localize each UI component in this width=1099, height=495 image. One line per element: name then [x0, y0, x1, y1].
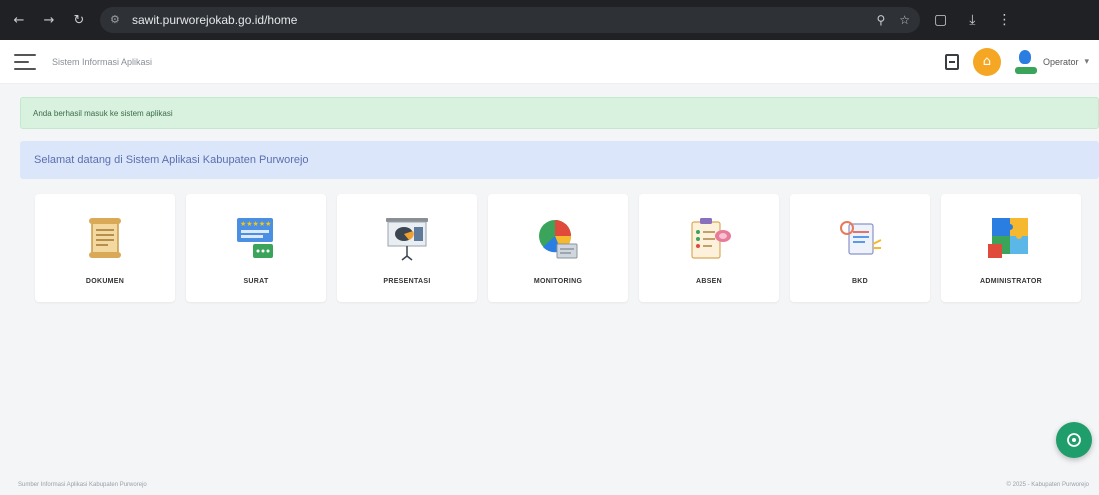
hamburger-menu-icon[interactable]: [14, 53, 36, 70]
welcome-banner: Selamat datang di Sistem Aplikasi Kabupa…: [20, 141, 1099, 179]
user-name: Operator: [1042, 56, 1079, 67]
zoom-icon[interactable]: ⚲: [876, 13, 885, 27]
document-icon[interactable]: [944, 53, 959, 70]
svg-text:★★★★★: ★★★★★: [240, 220, 271, 228]
menu-icon[interactable]: ⋮: [997, 12, 1011, 28]
module-card-administrator[interactable]: ADMINISTRATOR: [941, 194, 1081, 302]
footer-left-text: Sumber Informasi Aplikasi Kabupaten Purw…: [18, 482, 147, 488]
extensions-icon[interactable]: ▢: [934, 12, 947, 28]
settings-document-icon: [840, 221, 882, 255]
success-alert-text: Anda berhasil masuk ke sistem aplikasi: [33, 108, 173, 118]
reload-icon[interactable]: ↻: [68, 9, 90, 31]
module-card-absen[interactable]: ABSEN: [639, 194, 779, 302]
app-title: Sistem Informasi Aplikasi: [52, 56, 153, 67]
module-label: ABSEN: [695, 278, 722, 285]
module-grid: DOKUMEN ★★★★★ SURAT PRESENTASI MONITORIN…: [35, 194, 1083, 302]
download-icon[interactable]: ⤓: [969, 12, 975, 28]
home-icon[interactable]: ⌂: [972, 47, 1001, 76]
address-bar[interactable]: ⚙ sawit.purworejokab.go.id/home ⚲ ☆: [100, 7, 920, 33]
footer-right-text: © 2025 - Kabupaten Purworejo: [1006, 482, 1089, 488]
module-label: ADMINISTRATOR: [980, 278, 1042, 285]
presentation-board-icon: [386, 218, 428, 261]
module-label: DOKUMEN: [85, 278, 125, 285]
module-label: SURAT: [243, 278, 269, 285]
module-label: PRESENTASI: [383, 278, 431, 285]
site-info-icon[interactable]: ⚙: [110, 13, 124, 27]
module-card-surat[interactable]: ★★★★★ SURAT: [186, 194, 326, 302]
clipboard-checklist-icon: [691, 218, 731, 259]
module-label: BKD: [851, 278, 869, 285]
browser-toolbar: ← → ↻ ⚙ sawit.purworejokab.go.id/home ⚲ …: [0, 0, 1099, 40]
puzzle-icon: [988, 218, 1028, 258]
url-text: sawit.purworejokab.go.id/home: [132, 13, 298, 27]
bookmark-star-icon[interactable]: ☆: [899, 13, 910, 27]
module-label: MONITORING: [533, 278, 583, 285]
module-card-bkd[interactable]: BKD: [790, 194, 930, 302]
rating-card-icon: ★★★★★: [237, 218, 273, 258]
welcome-text: Selamat datang di Sistem Aplikasi Kabupa…: [34, 154, 309, 166]
chat-support-button[interactable]: [1056, 422, 1092, 458]
chat-icon: [1067, 433, 1081, 447]
back-icon[interactable]: ←: [8, 9, 30, 31]
success-alert: Anda berhasil masuk ke sistem aplikasi: [20, 97, 1099, 129]
module-card-monitoring[interactable]: MONITORING: [488, 194, 628, 302]
document-scroll-icon: [89, 218, 121, 258]
app-header: Sistem Informasi Aplikasi ⌂ Operator ▾: [0, 40, 1099, 84]
module-card-dokumen[interactable]: DOKUMEN: [35, 194, 175, 302]
module-card-presentasi[interactable]: PRESENTASI: [337, 194, 477, 302]
forward-icon[interactable]: →: [38, 9, 60, 31]
chevron-down-icon: ▾: [1084, 56, 1089, 66]
user-avatar: [1014, 49, 1037, 74]
user-menu[interactable]: Operator ▾: [1014, 49, 1089, 74]
pie-chart-icon: [539, 220, 578, 259]
